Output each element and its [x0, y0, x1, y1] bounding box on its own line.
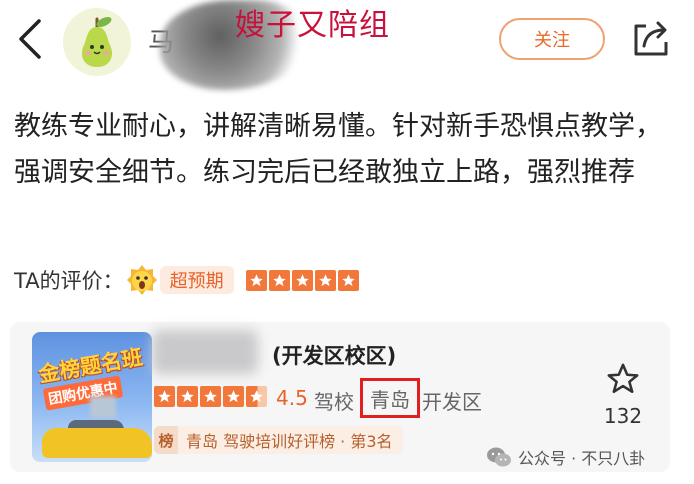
school-name-text: (开发区校区)	[272, 344, 397, 368]
star-icon	[337, 269, 359, 291]
exceed-expectation-badge: 超预期	[159, 266, 234, 294]
share-button[interactable]	[630, 16, 672, 58]
avatar[interactable]	[63, 8, 131, 76]
half-star-icon	[246, 386, 267, 407]
school-type: 驾校	[314, 390, 354, 414]
review-star-rating	[245, 269, 361, 291]
watermark-text: 公众号 · 不只八卦	[518, 449, 646, 468]
star-icon	[291, 269, 313, 291]
watermark: 公众号 · 不只八卦	[486, 444, 645, 470]
star-outline-icon	[607, 363, 639, 394]
wechat-icon	[487, 447, 511, 467]
school-name-redaction	[152, 330, 258, 374]
pear-avatar-icon	[81, 17, 113, 67]
school-area: 开发区	[422, 390, 482, 414]
surprised-emoji-icon	[126, 265, 157, 295]
review-text: 教练专业耐心，讲解清晰易懂。针对新手恐惧点教学，强调安全细节。练习完后已经敢独立…	[14, 111, 662, 188]
overlay-caption: 嫂子又陪组	[235, 8, 390, 43]
star-icon	[177, 386, 198, 407]
star-icon	[200, 386, 221, 407]
ranking-tag[interactable]: 榜 青岛 驾驶培训好评榜 · 第3名	[154, 426, 403, 454]
car-shape	[42, 428, 152, 458]
rating-row: TA的评价： 超预期	[14, 262, 361, 298]
back-icon	[19, 19, 41, 59]
star-icon	[245, 269, 267, 291]
follow-button[interactable]: 关注	[499, 18, 605, 60]
star-icon	[223, 386, 244, 407]
ranking-text: 青岛 驾驶培训好评榜 · 第3名	[186, 432, 393, 451]
school-thumbnail[interactable]: 金榜题名班 团购优惠中	[32, 332, 152, 462]
star-icon	[154, 386, 175, 407]
thumbnail-redaction	[90, 396, 116, 418]
back-button[interactable]	[10, 14, 50, 64]
favorite-button[interactable]: 132	[598, 362, 648, 428]
star-icon	[314, 269, 336, 291]
favorite-count: 132	[603, 404, 643, 428]
ranking-icon: 榜	[154, 426, 178, 454]
school-star-rating	[154, 386, 269, 407]
header: 马 嫂子又陪组 关注	[0, 0, 694, 90]
school-city-highlighted: 青岛	[360, 378, 420, 418]
share-icon	[634, 21, 668, 56]
star-icon	[268, 269, 290, 291]
rating-label: TA的评价：	[14, 269, 124, 293]
school-score: 4.5	[276, 386, 308, 410]
